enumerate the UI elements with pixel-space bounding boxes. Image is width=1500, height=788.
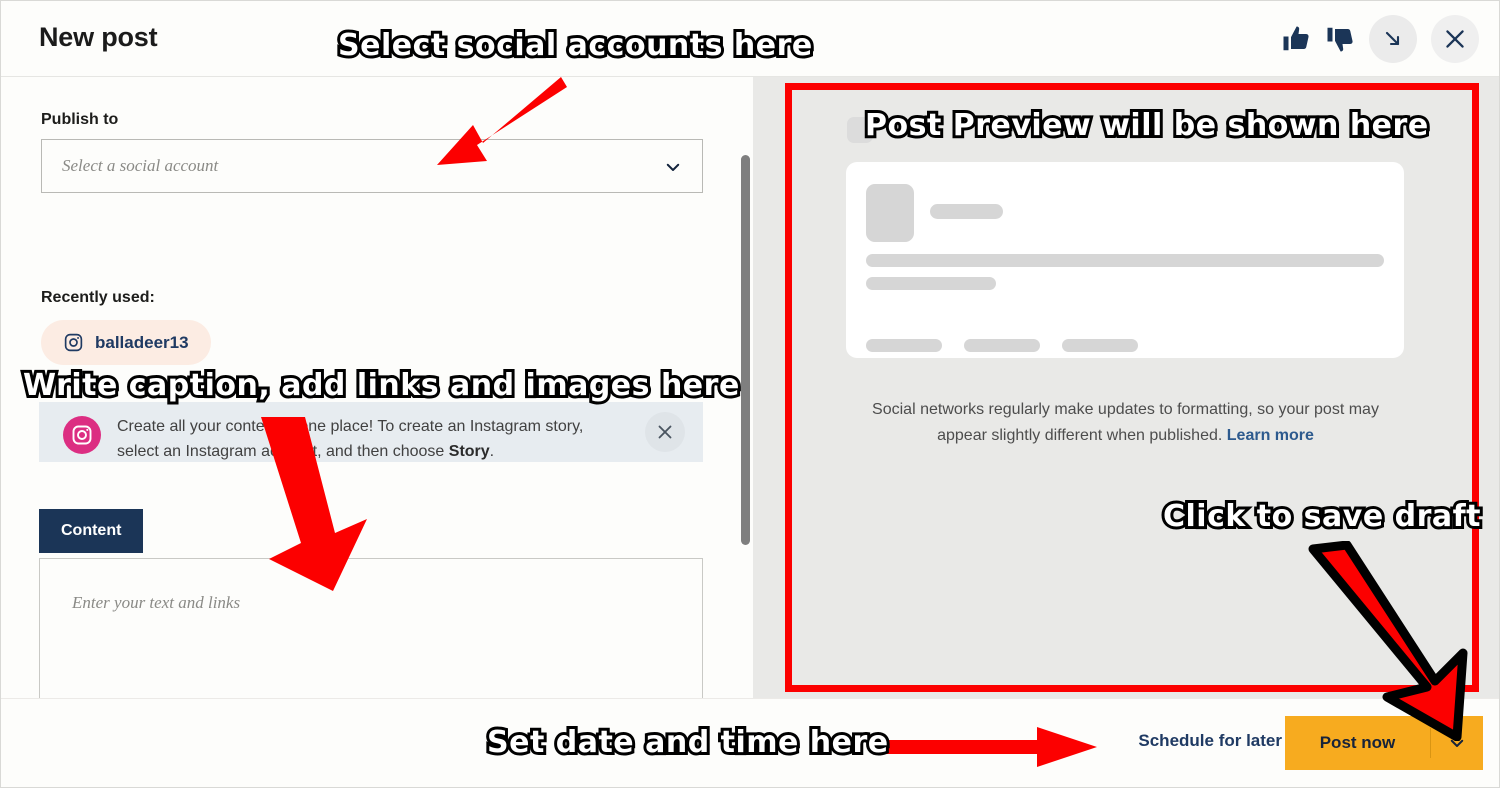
schedule-for-later-button[interactable]: Schedule for later bbox=[1138, 731, 1282, 751]
thumbs-down-icon[interactable] bbox=[1325, 24, 1355, 54]
publish-to-label: Publish to bbox=[41, 111, 119, 128]
social-account-select[interactable]: Select a social account bbox=[41, 139, 703, 193]
recent-account-name: balladeer13 bbox=[95, 332, 189, 352]
tab-content[interactable]: Content bbox=[39, 509, 144, 553]
compose-panel: Publish to Select a social account Recen… bbox=[1, 77, 753, 698]
banner-text-bold: Story bbox=[448, 443, 490, 460]
content-editor-placeholder: Enter your text and links bbox=[72, 593, 241, 612]
banner-close-button[interactable] bbox=[645, 412, 685, 452]
recent-account-chip[interactable]: balladeer13 bbox=[41, 320, 211, 365]
instagram-icon bbox=[63, 416, 101, 454]
content-editor[interactable]: Enter your text and links bbox=[39, 559, 703, 698]
new-post-modal: New post Publish to Select a social acco… bbox=[0, 0, 1500, 788]
close-button[interactable] bbox=[1431, 15, 1479, 63]
close-icon bbox=[658, 425, 672, 439]
modal-header: New post bbox=[1, 1, 1499, 77]
preview-highlight-box bbox=[785, 83, 1479, 692]
banner-text-2: . bbox=[489, 443, 495, 460]
arrow-down-right-icon bbox=[1385, 31, 1400, 46]
social-account-placeholder: Select a social account bbox=[62, 156, 219, 175]
post-now-label: Post now bbox=[1319, 733, 1396, 752]
instagram-icon bbox=[64, 333, 83, 352]
post-now-dropdown-toggle[interactable] bbox=[1431, 734, 1483, 752]
header-actions bbox=[1281, 15, 1479, 63]
compose-panel-scrollbar[interactable] bbox=[741, 155, 750, 545]
chevron-down-icon bbox=[666, 163, 680, 171]
recently-used-label: Recently used: bbox=[41, 289, 155, 306]
thumbs-up-icon[interactable] bbox=[1281, 24, 1311, 54]
preview-panel: Social networks regularly make updates t… bbox=[753, 77, 1499, 698]
page-title: New post bbox=[39, 22, 158, 52]
banner-message: Create all your content in one place! To… bbox=[117, 414, 607, 462]
chevron-down-icon bbox=[1450, 739, 1464, 747]
modal-footer: Schedule for later Post now bbox=[1, 698, 1499, 787]
minimize-button[interactable] bbox=[1369, 15, 1417, 63]
close-icon bbox=[1446, 30, 1464, 48]
instagram-info-banner: Create all your content in one place! To… bbox=[39, 402, 703, 462]
post-now-button[interactable]: Post now bbox=[1285, 716, 1483, 770]
banner-text-1: Create all your content in one place! To… bbox=[117, 418, 584, 460]
